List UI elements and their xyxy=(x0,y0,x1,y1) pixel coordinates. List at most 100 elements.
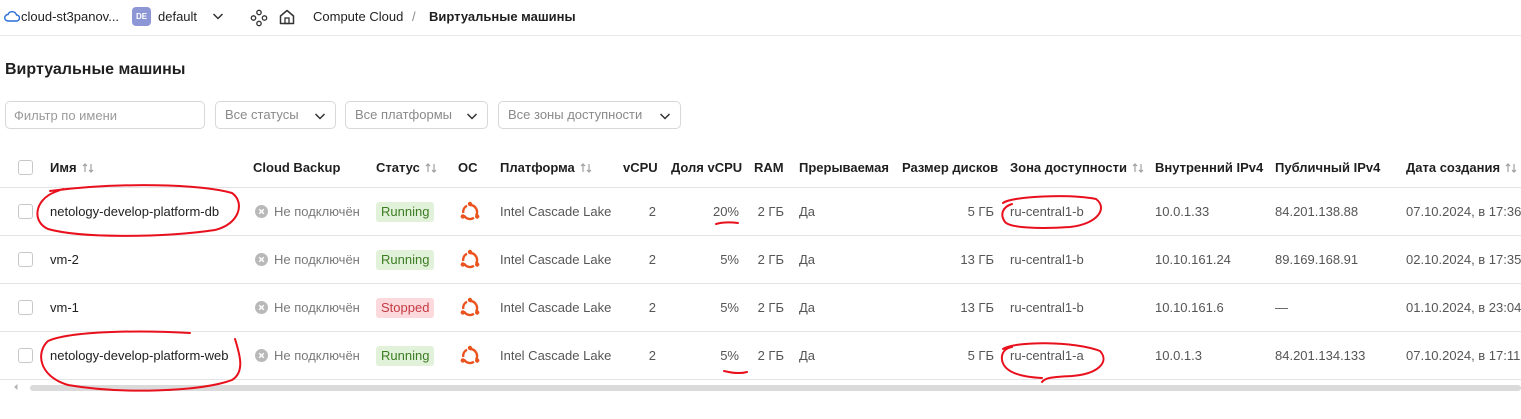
name-filter-input[interactable] xyxy=(5,101,205,129)
zone-cell: ru-central1-a xyxy=(1010,348,1084,363)
column-status-label: Статус xyxy=(376,160,420,175)
cloud-selector[interactable]: cloud-st3panov... xyxy=(21,9,119,24)
column-header-backup: Cloud Backup xyxy=(253,160,341,175)
horizontal-scrollbar[interactable] xyxy=(12,383,1521,391)
vcpu-share-cell: 5% xyxy=(720,252,739,267)
cloud-icon xyxy=(4,11,20,22)
breadcrumb-compute-cloud[interactable]: Compute Cloud xyxy=(313,9,403,24)
vcpu-cell: 2 xyxy=(648,252,656,267)
status-badge: Running xyxy=(376,249,435,270)
column-header-internal-ipv4: Внутренний IPv4 xyxy=(1155,160,1264,175)
column-header-public-ipv4: Публичный IPv4 xyxy=(1275,160,1381,175)
chevron-down-icon[interactable] xyxy=(212,11,224,21)
row-checkbox[interactable] xyxy=(18,252,33,267)
disk-size-cell: 13 ГБ xyxy=(960,252,994,267)
column-header-vcpu: vCPU xyxy=(623,160,658,175)
sort-icon xyxy=(1505,162,1517,173)
vcpu-share-cell: 5% xyxy=(720,348,739,363)
scroll-left-arrow-icon[interactable] xyxy=(12,383,20,391)
row-checkbox[interactable] xyxy=(18,300,33,315)
sort-icon xyxy=(82,162,93,173)
table-row[interactable]: netology-develop-platform-db Не подключён… xyxy=(0,188,1521,236)
ram-cell: 2 ГБ xyxy=(757,252,784,267)
status-badge: Running xyxy=(376,345,435,366)
disk-size-cell: 5 ГБ xyxy=(967,204,994,219)
platform-filter-value: Все платформы xyxy=(355,107,452,122)
vm-name[interactable]: netology-develop-platform-db xyxy=(50,204,219,219)
not-connected-icon xyxy=(255,301,268,314)
public-ipv4-cell: — xyxy=(1275,300,1288,315)
ram-cell: 2 ГБ xyxy=(757,204,784,219)
row-checkbox[interactable] xyxy=(18,348,33,363)
internal-ipv4-cell: 10.10.161.6 xyxy=(1155,300,1224,315)
public-ipv4-cell: 89.169.168.91 xyxy=(1275,252,1359,267)
chevron-down-icon xyxy=(314,113,326,120)
status-filter-select[interactable]: Все статусы xyxy=(215,101,336,129)
scrollbar-thumb[interactable] xyxy=(30,385,1521,391)
home-icon[interactable] xyxy=(278,8,296,26)
sort-icon xyxy=(425,162,437,173)
column-name-label: Имя xyxy=(50,160,77,175)
column-header-platform[interactable]: Платформа xyxy=(500,148,593,187)
select-all-checkbox[interactable] xyxy=(18,160,33,175)
vm-name[interactable]: vm-1 xyxy=(50,300,79,315)
page-title: Виртуальные машины xyxy=(5,61,186,78)
disk-size-cell: 13 ГБ xyxy=(960,300,994,315)
created-date-cell: 01.10.2024, в 23:04 xyxy=(1406,300,1521,315)
vcpu-share-cell: 5% xyxy=(720,300,739,315)
table-row[interactable]: netology-develop-platform-web Не подключё… xyxy=(0,332,1521,380)
chevron-down-icon xyxy=(466,113,478,120)
breadcrumb-current: Виртуальные машины xyxy=(429,9,576,24)
table-row[interactable]: vm-1 Не подключён Stopped Intel Cascade Lak… xyxy=(0,284,1521,332)
status-badge: Running xyxy=(376,201,435,222)
ram-cell: 2 ГБ xyxy=(757,300,784,315)
platform-filter-select[interactable]: Все платформы xyxy=(345,101,488,129)
ubuntu-icon xyxy=(460,201,480,220)
chevron-down-icon xyxy=(659,113,671,120)
row-checkbox[interactable] xyxy=(18,204,33,219)
vm-name[interactable]: netology-develop-platform-web xyxy=(50,348,228,363)
created-date-cell: 07.10.2024, в 17:11 xyxy=(1406,348,1521,363)
column-header-vcpu-share: Доля vCPU xyxy=(671,160,743,175)
cloud-backup-status: Не подключён xyxy=(274,300,360,315)
zone-filter-select[interactable]: Все зоны доступности xyxy=(498,101,681,129)
not-connected-icon xyxy=(255,253,268,266)
column-header-created[interactable]: Дата создания xyxy=(1406,148,1518,187)
platform-cell: Intel Cascade Lake xyxy=(500,300,612,315)
services-icon[interactable] xyxy=(250,9,268,27)
internal-ipv4-cell: 10.10.161.24 xyxy=(1155,252,1231,267)
public-ipv4-cell: 84.201.134.133 xyxy=(1275,348,1366,363)
column-header-ram: RAM xyxy=(754,160,784,175)
disk-size-cell: 5 ГБ xyxy=(967,348,994,363)
zone-cell: ru-central1-b xyxy=(1010,252,1084,267)
zone-filter-value: Все зоны доступности xyxy=(508,107,643,122)
column-header-name[interactable]: Имя xyxy=(50,148,95,187)
table-header: Имя Cloud Backup Статус ОС Платформа vCP… xyxy=(0,148,1521,188)
folder-selector[interactable]: default xyxy=(158,9,197,24)
column-header-disk-size: Размер дисков xyxy=(902,160,999,175)
status-badge: Stopped xyxy=(376,297,435,318)
internal-ipv4-cell: 10.0.1.33 xyxy=(1155,204,1210,219)
cloud-backup-status: Не подключён xyxy=(274,204,360,219)
not-connected-icon xyxy=(255,205,268,218)
column-header-zone[interactable]: Зона доступности xyxy=(1010,148,1145,187)
preemptible-cell: Да xyxy=(799,204,816,219)
breadcrumb-separator: / xyxy=(412,9,416,24)
column-platform-label: Платформа xyxy=(500,160,575,175)
ubuntu-icon xyxy=(460,249,480,268)
internal-ipv4-cell: 10.0.1.3 xyxy=(1155,348,1202,363)
vcpu-share-cell: 20% xyxy=(712,204,739,219)
column-zone-label: Зона доступности xyxy=(1010,160,1128,175)
top-bar: cloud-st3panov... DE default Compute Clo… xyxy=(0,0,1521,36)
column-header-status[interactable]: Статус xyxy=(376,148,438,187)
folder-badge: DE xyxy=(132,7,151,26)
preemptible-cell: Да xyxy=(799,252,816,267)
zone-cell: ru-central1-b xyxy=(1010,300,1084,315)
vm-name[interactable]: vm-2 xyxy=(50,252,79,267)
table-row[interactable]: vm-2 Не подключён Running Intel Cascade Lak… xyxy=(0,236,1521,284)
column-header-os: ОС xyxy=(458,160,478,175)
public-ipv4-cell: 84.201.138.88 xyxy=(1275,204,1359,219)
ubuntu-icon xyxy=(460,345,480,364)
sort-icon xyxy=(1132,162,1144,173)
platform-cell: Intel Cascade Lake xyxy=(500,348,612,363)
